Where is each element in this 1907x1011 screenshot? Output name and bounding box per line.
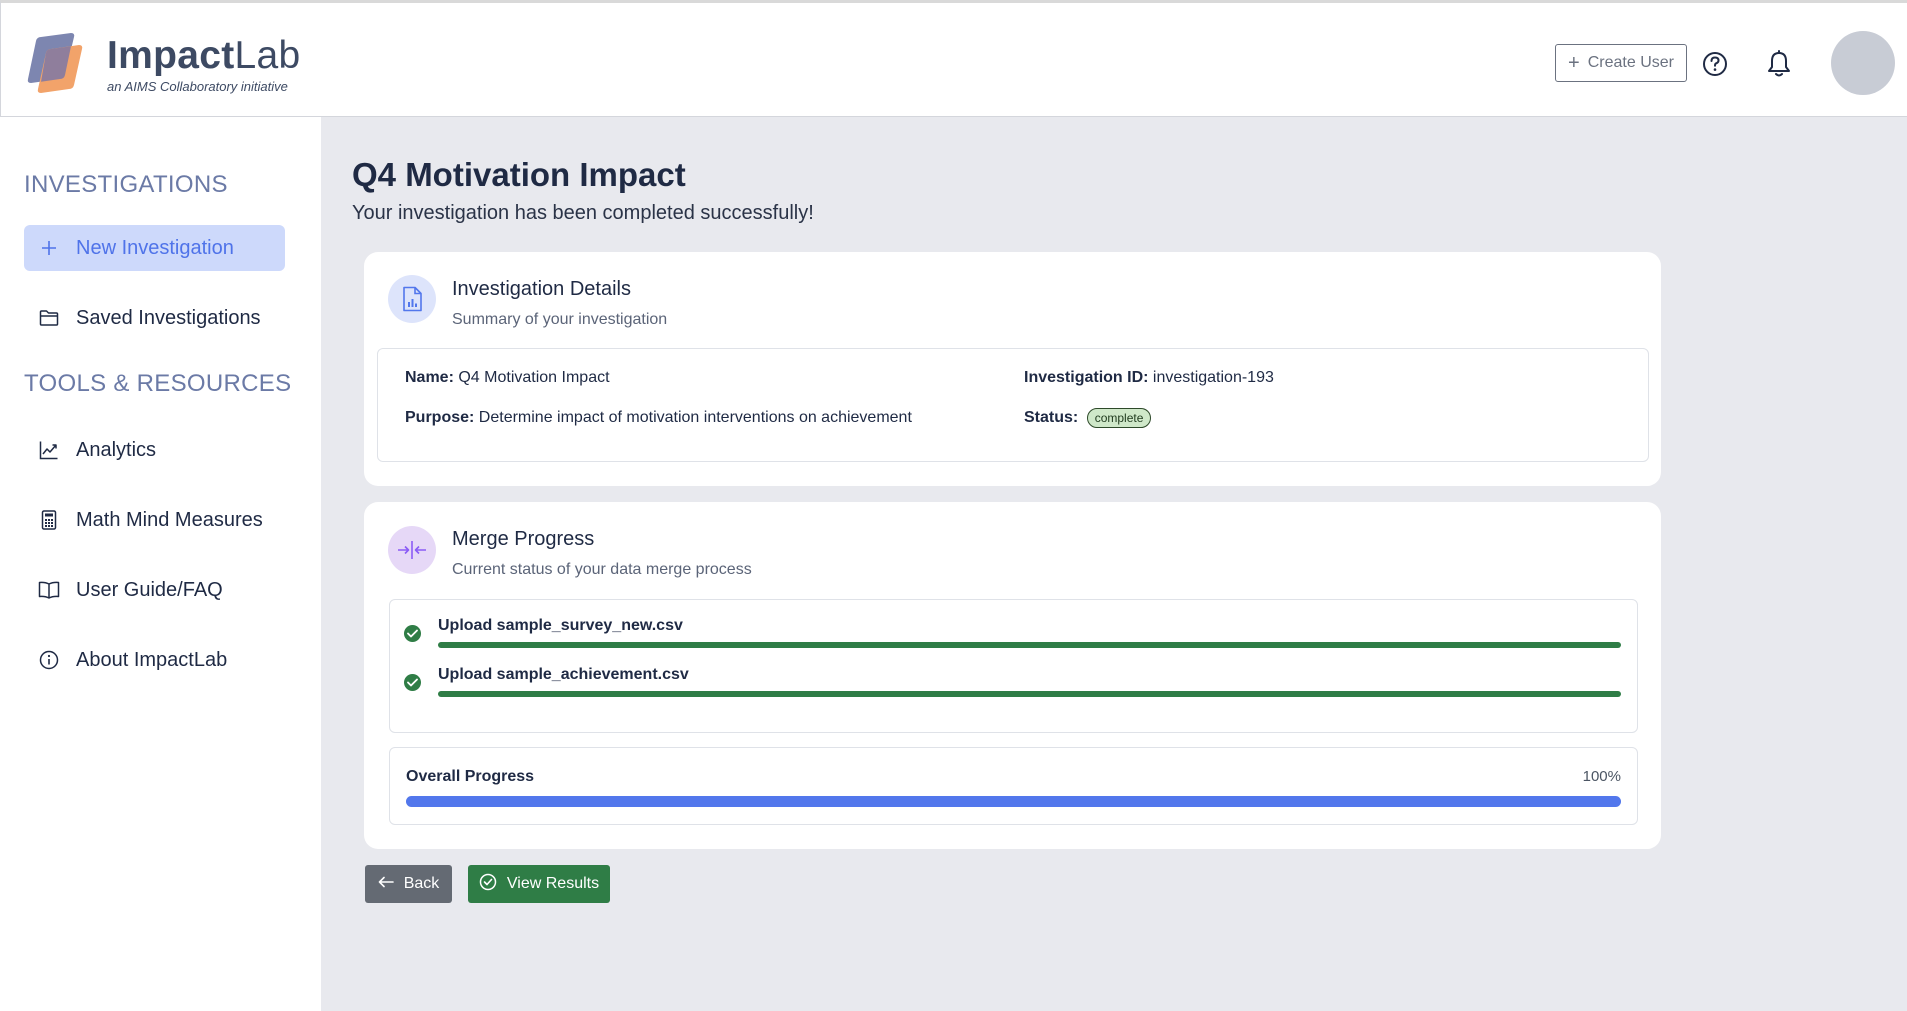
card-subtitle: Summary of your investigation	[452, 311, 668, 328]
sidebar: INVESTIGATIONS New Investigation Saved I…	[0, 117, 321, 1011]
merge-step-label: Upload sample_survey_new.csv	[438, 617, 683, 634]
investigation-details-card: Investigation Details Summary of your in…	[364, 252, 1661, 486]
top-header: ImpactLab an AIMS Collaboratory initiati…	[0, 0, 1907, 117]
sidebar-item-about[interactable]: About ImpactLab	[24, 637, 285, 683]
back-button-label: Back	[403, 875, 440, 892]
merge-step-label: Upload sample_achievement.csv	[438, 666, 689, 683]
sidebar-item-label: User Guide/FAQ	[76, 578, 223, 601]
sidebar-item-user-guide[interactable]: User Guide/FAQ	[24, 567, 285, 613]
status-field: Status: complete	[1024, 408, 1152, 428]
chart-line-icon	[38, 439, 60, 461]
purpose-field: Purpose: Determine impact of motivation …	[405, 409, 912, 427]
merge-step-progress-bar	[438, 642, 1621, 648]
status-badge: complete	[1086, 408, 1152, 428]
sidebar-heading-investigations: INVESTIGATIONS	[24, 171, 228, 198]
notification-bell-icon[interactable]	[1766, 50, 1792, 78]
view-results-button[interactable]: View Results	[468, 865, 610, 903]
overall-progress-fill	[406, 796, 1621, 807]
check-circle-icon	[404, 674, 421, 691]
sidebar-item-label: Saved Investigations	[76, 306, 261, 329]
sidebar-item-analytics[interactable]: Analytics	[24, 427, 285, 473]
card-subtitle: Current status of your data merge proces…	[452, 561, 752, 578]
sidebar-item-new-investigation[interactable]: New Investigation	[24, 225, 285, 271]
status-label: Status:	[1024, 409, 1079, 427]
info-icon	[38, 649, 60, 671]
merge-step-progress-bar	[438, 691, 1621, 697]
purpose-label: Purpose:	[405, 409, 475, 426]
overall-progress-track	[406, 796, 1621, 807]
arrow-left-icon	[378, 875, 394, 893]
sidebar-item-label: About ImpactLab	[76, 648, 228, 671]
purpose-value: Determine impact of motivation intervent…	[478, 409, 912, 426]
overall-progress-percent: 100%	[1582, 768, 1621, 785]
create-user-label: Create User	[1587, 54, 1674, 71]
document-chart-icon	[388, 275, 436, 323]
back-button[interactable]: Back	[365, 865, 452, 903]
user-avatar[interactable]	[1831, 31, 1895, 95]
folder-icon	[38, 307, 60, 329]
create-user-button[interactable]: + Create User	[1555, 44, 1687, 82]
merge-progress-card: Merge Progress Current status of your da…	[364, 502, 1661, 849]
card-title: Merge Progress	[452, 528, 595, 550]
calculator-icon	[38, 509, 60, 531]
sidebar-heading-tools: TOOLS & RESOURCES	[24, 370, 292, 397]
investigation-id-label: Investigation ID:	[1024, 369, 1149, 386]
overall-progress-box: Overall Progress 100%	[389, 747, 1638, 825]
name-label: Name:	[405, 369, 454, 386]
help-icon[interactable]	[1702, 51, 1728, 77]
sidebar-item-saved-investigations[interactable]: Saved Investigations	[24, 295, 285, 341]
merge-arrows-icon	[388, 526, 436, 574]
overall-progress-label: Overall Progress	[406, 768, 535, 785]
book-icon	[38, 579, 60, 601]
brand-name: ImpactLab	[107, 34, 301, 77]
check-circle-icon	[479, 873, 497, 896]
sidebar-item-label: New Investigation	[76, 236, 234, 259]
page-title: Q4 Motivation Impact	[352, 156, 686, 193]
brand: ImpactLab an AIMS Collaboratory initiati…	[107, 34, 301, 94]
impactlab-logo[interactable]	[27, 31, 85, 93]
merge-steps-box: Upload sample_survey_new.csv Upload samp…	[389, 599, 1638, 733]
plus-icon: +	[1568, 52, 1580, 74]
investigation-id-value: investigation-193	[1152, 369, 1274, 386]
card-title: Investigation Details	[452, 278, 631, 300]
plus-icon	[38, 237, 60, 259]
sidebar-item-label: Analytics	[76, 438, 157, 461]
page-subtitle: Your investigation has been completed su…	[352, 202, 814, 224]
name-field: Name: Q4 Motivation Impact	[405, 369, 610, 387]
view-results-label: View Results	[506, 875, 600, 892]
details-summary-box: Name: Q4 Motivation Impact Purpose: Dete…	[377, 348, 1649, 462]
investigation-id-field: Investigation ID: investigation-193	[1024, 369, 1274, 387]
sidebar-item-label: Math Mind Measures	[76, 508, 263, 531]
check-circle-icon	[404, 625, 421, 642]
name-value: Q4 Motivation Impact	[458, 369, 610, 386]
brand-tagline: an AIMS Collaboratory initiative	[107, 79, 288, 94]
sidebar-item-math-mind-measures[interactable]: Math Mind Measures	[24, 497, 285, 543]
